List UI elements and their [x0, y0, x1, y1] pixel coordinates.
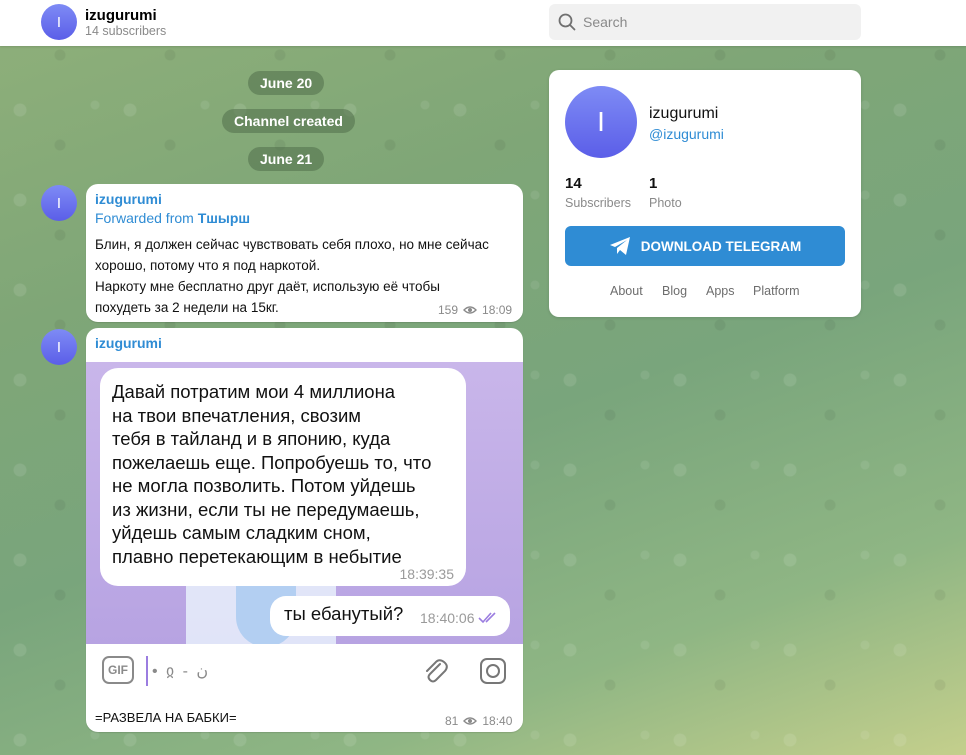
search-input[interactable] — [583, 4, 853, 40]
message-author[interactable]: izugurumi — [95, 191, 162, 207]
photo-input-toolbar: GIF • ჲ - ن — [86, 644, 523, 696]
message-time: 18:40 — [482, 714, 513, 728]
double-check-icon — [478, 612, 496, 624]
stat-photo-label: Photo — [649, 196, 682, 210]
message-avatar[interactable]: I — [41, 329, 77, 365]
date-pill-june-20: June 20 — [248, 71, 325, 95]
paperclip-icon — [426, 659, 448, 683]
footer-link-platform[interactable]: Platform — [753, 284, 800, 298]
search-icon — [558, 13, 576, 31]
channel-name[interactable]: izugurumi — [85, 7, 157, 24]
channel-avatar[interactable]: I — [41, 4, 77, 40]
footer-link-apps[interactable]: Apps — [706, 284, 735, 298]
photo-incoming-bubble: Давай потратим мои 4 миллиона на твои вп… — [100, 368, 466, 586]
stat-photo-value: 1 — [649, 175, 658, 192]
telegram-plane-icon — [609, 237, 630, 255]
search-box[interactable] — [549, 4, 861, 40]
download-telegram-label: DOWNLOAD TELEGRAM — [640, 238, 802, 254]
message-meta: 159 18:09 — [438, 303, 512, 317]
photo-outgoing-time: 18:40:06 — [420, 610, 475, 626]
photo-outgoing-text: ты ебанутый? — [284, 603, 404, 624]
stat-subscribers-label: Subscribers — [565, 196, 631, 210]
eye-icon — [463, 717, 478, 725]
channel-info-card: I izugurumi @izugurumi 14 Subscribers 1 … — [549, 70, 861, 317]
message-meta: 81 18:40 — [445, 714, 512, 728]
card-channel-name: izugurumi — [649, 105, 719, 122]
message-photo[interactable]: Давай потратим мои 4 миллиона на твои вп… — [86, 362, 523, 644]
photo-incoming-text: Давай потратим мои 4 миллиона на твои вп… — [112, 381, 432, 567]
camera-icon — [480, 658, 506, 684]
view-count: 81 — [445, 714, 459, 728]
forwarded-source[interactable]: Тшырш — [198, 210, 250, 226]
photo-incoming-time: 18:39:35 — [399, 566, 455, 582]
photo-caption: =РАЗВЕЛА НА БАБКИ= — [95, 710, 237, 725]
download-telegram-button[interactable]: DOWNLOAD TELEGRAM — [565, 226, 845, 266]
stat-subscribers-value: 14 — [565, 175, 582, 192]
photo-outgoing-bubble: ты ебанутый? 18:40:06 — [270, 596, 510, 636]
forwarded-header[interactable]: Forwarded from Тшырш — [95, 210, 250, 226]
message-avatar[interactable]: I — [41, 185, 77, 221]
eye-icon — [463, 306, 478, 314]
card-channel-handle[interactable]: @izugurumi — [649, 126, 724, 142]
footer-link-blog[interactable]: Blog — [662, 284, 687, 298]
forwarded-prefix: Forwarded from — [95, 210, 198, 226]
date-pill-june-21: June 21 — [248, 147, 325, 171]
text-cursor — [146, 656, 148, 686]
top-bar: I izugurumi 14 subscribers — [0, 0, 966, 46]
footer-link-about[interactable]: About — [610, 284, 643, 298]
message-author[interactable]: izugurumi — [95, 335, 162, 351]
card-avatar: I — [565, 86, 637, 158]
service-message-channel-created: Channel created — [222, 109, 355, 133]
typed-glyphs: • ჲ - ن — [152, 663, 209, 680]
message-time: 18:09 — [482, 303, 513, 317]
message-bubble-forwarded: izugurumi Forwarded from Тшырш Блин, я д… — [86, 184, 523, 322]
view-count: 159 — [438, 303, 459, 317]
subscribers-count: 14 subscribers — [85, 24, 167, 38]
gif-button: GIF — [102, 656, 134, 684]
